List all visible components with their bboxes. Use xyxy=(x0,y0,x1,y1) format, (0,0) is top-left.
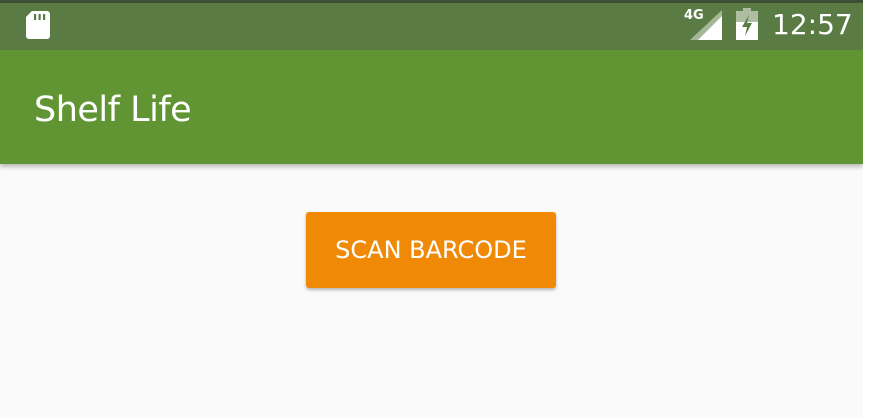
screenshot-edge xyxy=(863,0,870,418)
status-bar: 4G 12:57 xyxy=(0,0,863,50)
battery-charging-icon xyxy=(736,8,758,40)
scan-barcode-button-label: SCAN BARCODE xyxy=(335,236,527,264)
status-clock: 12:57 xyxy=(772,8,853,41)
cellular-signal-icon xyxy=(690,10,722,40)
scan-barcode-button[interactable]: SCAN BARCODE xyxy=(306,212,556,288)
phone-screen: 4G 12:57 Shelf Life SCAN BARCODE xyxy=(0,0,863,418)
app-title: Shelf Life xyxy=(34,90,192,130)
sd-card-icon xyxy=(26,11,50,39)
app-bar: Shelf Life xyxy=(0,50,863,164)
status-bar-top-border xyxy=(0,0,863,3)
